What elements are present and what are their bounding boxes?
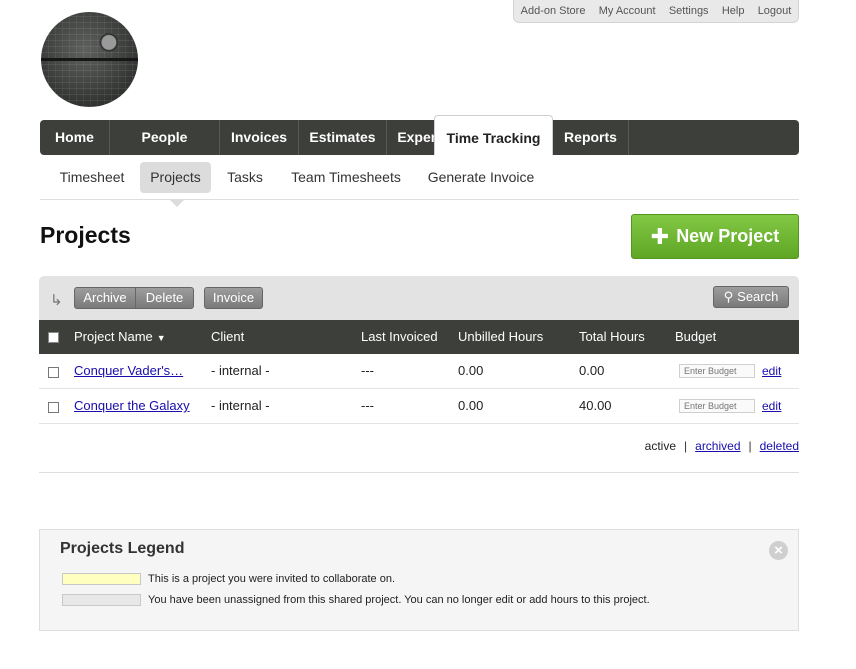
table-row: Conquer the Galaxy - internal - --- 0.00… bbox=[39, 389, 799, 424]
util-settings[interactable]: Settings bbox=[665, 5, 713, 17]
table-header: Project Name ▼ Client Last Invoiced Unbil… bbox=[39, 320, 799, 354]
col-unbilled-hours: Unbilled Hours bbox=[458, 329, 544, 344]
new-project-button[interactable]: ✚ New Project bbox=[631, 214, 799, 259]
legend-swatch-unassigned bbox=[62, 594, 141, 606]
sub-nav: Timesheet Projects Tasks Team Timesheets… bbox=[40, 162, 799, 200]
filter-separator: | bbox=[684, 439, 688, 453]
subnav-team-timesheets[interactable]: Team Timesheets bbox=[282, 162, 410, 193]
budget-input[interactable] bbox=[679, 399, 755, 413]
magnifier-icon: ⚲ bbox=[723, 289, 734, 304]
utility-nav: Add-on Store My Account Settings Help Lo… bbox=[513, 0, 799, 23]
search-button[interactable]: ⚲ Search bbox=[713, 286, 789, 308]
nav-invoices[interactable]: Invoices bbox=[220, 120, 299, 155]
legend-swatch-invited bbox=[62, 573, 141, 585]
client-cell: - internal - bbox=[211, 398, 270, 413]
projects-toolbar: ↳ Archive Delete Invoice ⚲ Search bbox=[39, 276, 799, 320]
filter-active: active bbox=[644, 439, 677, 453]
nav-people[interactable]: People bbox=[110, 120, 220, 155]
budget-edit-link[interactable]: edit bbox=[762, 354, 781, 388]
nav-reports[interactable]: Reports bbox=[553, 120, 629, 155]
legend-title: Projects Legend bbox=[60, 540, 185, 557]
util-my-account[interactable]: My Account bbox=[595, 5, 660, 17]
last-invoiced-cell: --- bbox=[361, 363, 374, 378]
client-cell: - internal - bbox=[211, 363, 270, 378]
project-name-link[interactable]: Conquer Vader's… bbox=[74, 354, 183, 388]
new-project-label: New Project bbox=[676, 226, 780, 246]
last-invoiced-cell: --- bbox=[361, 398, 374, 413]
col-total-hours: Total Hours bbox=[579, 329, 645, 344]
delete-button[interactable]: Delete bbox=[135, 287, 194, 309]
filter-archived-link[interactable]: archived bbox=[695, 439, 740, 453]
col-client: Client bbox=[211, 329, 245, 344]
col-budget: Budget bbox=[675, 329, 717, 344]
legend-text: This is a project you were invited to co… bbox=[148, 573, 396, 585]
main-nav: Home People Invoices Estimates Expenses … bbox=[40, 115, 799, 155]
invoice-button[interactable]: Invoice bbox=[204, 287, 263, 309]
subnav-generate-invoice[interactable]: Generate Invoice bbox=[420, 162, 542, 193]
legend-item: This is a project you were invited to co… bbox=[62, 572, 395, 586]
filter-separator: | bbox=[748, 439, 752, 453]
projects-legend: Projects Legend × This is a project you … bbox=[39, 529, 799, 631]
subnav-projects[interactable]: Projects bbox=[140, 162, 211, 193]
return-arrow-icon: ↳ bbox=[50, 292, 63, 309]
col-project-name-label: Project Name bbox=[74, 329, 153, 344]
sort-desc-icon: ▼ bbox=[156, 333, 166, 343]
util-addon-store[interactable]: Add-on Store bbox=[517, 5, 590, 17]
total-hours-cell: 0.00 bbox=[579, 363, 605, 378]
budget-edit-link[interactable]: edit bbox=[762, 389, 781, 423]
util-help[interactable]: Help bbox=[718, 5, 749, 17]
page-title: Projects bbox=[40, 222, 131, 248]
subnav-tasks[interactable]: Tasks bbox=[218, 162, 272, 193]
filter-deleted-link[interactable]: deleted bbox=[760, 439, 799, 453]
project-name-link[interactable]: Conquer the Galaxy bbox=[74, 389, 190, 423]
status-filter: active | archived | deleted bbox=[645, 439, 799, 453]
archive-button[interactable]: Archive bbox=[74, 287, 136, 309]
util-logout[interactable]: Logout bbox=[754, 5, 796, 17]
nav-estimates[interactable]: Estimates bbox=[299, 120, 387, 155]
unbilled-hours-cell: 0.00 bbox=[458, 363, 484, 378]
row-checkbox[interactable] bbox=[48, 402, 59, 413]
col-last-invoiced: Last Invoiced bbox=[361, 329, 438, 344]
table-row: Conquer Vader's… - internal - --- 0.00 0… bbox=[39, 354, 799, 389]
company-logo[interactable] bbox=[41, 12, 138, 107]
unbilled-hours-cell: 0.00 bbox=[458, 398, 484, 413]
row-checkbox[interactable] bbox=[48, 367, 59, 378]
subnav-timesheet[interactable]: Timesheet bbox=[50, 162, 134, 193]
legend-text: You have been unassigned from this share… bbox=[148, 594, 650, 606]
close-icon[interactable]: × bbox=[769, 541, 788, 560]
nav-home[interactable]: Home bbox=[40, 120, 110, 155]
search-label: Search bbox=[737, 289, 779, 304]
content-divider bbox=[39, 472, 799, 473]
subnav-active-arrow bbox=[169, 199, 185, 207]
budget-input[interactable] bbox=[679, 364, 755, 378]
legend-item: You have been unassigned from this share… bbox=[62, 593, 650, 607]
select-all-checkbox[interactable] bbox=[48, 332, 59, 343]
col-project-name[interactable]: Project Name ▼ bbox=[74, 320, 166, 354]
logo-detail bbox=[41, 58, 138, 61]
total-hours-cell: 40.00 bbox=[579, 398, 612, 413]
plus-icon: ✚ bbox=[650, 223, 670, 249]
nav-time-tracking[interactable]: Time Tracking bbox=[434, 115, 553, 155]
subnav-divider bbox=[40, 199, 799, 200]
